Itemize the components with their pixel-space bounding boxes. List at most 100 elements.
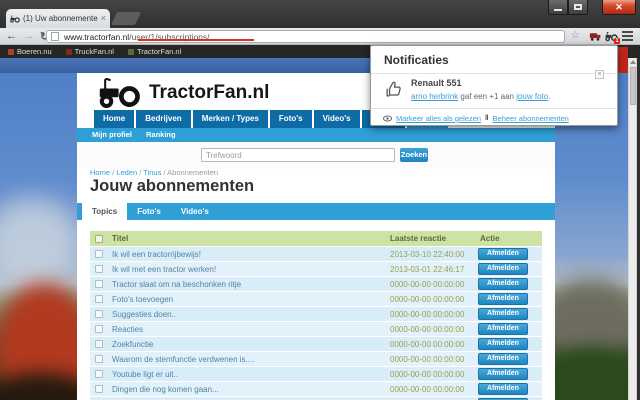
row-date: 0000-00-00 00:00:00	[390, 310, 465, 319]
header-actie: Actie	[480, 234, 500, 243]
row-checkbox[interactable]	[95, 340, 103, 348]
bookmark-boeren[interactable]: Boeren.nu	[8, 47, 52, 56]
row-date: 0000-00-00 00:00:00	[390, 385, 465, 394]
tab-close-icon[interactable]: ×	[101, 14, 106, 23]
afmelden-button[interactable]: Afmelden	[478, 338, 528, 350]
row-date: 0000-00-00 00:00:00	[390, 295, 465, 304]
search-button[interactable]: Zoeken	[400, 148, 428, 162]
bookmark-tractorfan[interactable]: TractorFan.nl	[127, 47, 181, 56]
window-maximize-button[interactable]	[568, 0, 588, 15]
tab-fotos[interactable]: Foto's	[127, 203, 171, 220]
row-date: 0000-00-00 00:00:00	[390, 340, 465, 349]
row-checkbox[interactable]	[95, 385, 103, 393]
row-title-link[interactable]: Tractor slaat om na beschonken ritje	[112, 280, 241, 289]
tab-topics[interactable]: Topics	[82, 203, 128, 220]
bookmark-favicon	[127, 48, 134, 55]
photo-link[interactable]: jouw foto	[516, 92, 548, 101]
table-row: Dingen die nog komen gaan... 0000-00-00 …	[90, 382, 542, 396]
row-checkbox[interactable]	[95, 280, 103, 288]
page-corner-red-banner	[618, 47, 628, 73]
table-row: Ik wil een tractorrijbewijs! 2013-03-10 …	[90, 247, 542, 261]
bookmark-favicon	[65, 48, 72, 55]
notification-dismiss-icon[interactable]: ×	[595, 70, 604, 79]
row-checkbox[interactable]	[95, 265, 103, 273]
window-minimize-button[interactable]	[548, 0, 568, 15]
row-checkbox[interactable]	[95, 295, 103, 303]
afmelden-button[interactable]: Afmelden	[478, 263, 528, 275]
notifications-popup: Notificaties Renault 551 arno herbrink g…	[370, 45, 618, 126]
truckfan-extension-icon[interactable]	[589, 30, 602, 43]
select-all-checkbox[interactable]	[95, 234, 103, 243]
search-input[interactable]	[201, 148, 395, 162]
table-row: Reacties 0000-00-00 00:00:00 Afmelden	[90, 322, 542, 336]
user-link[interactable]: arno herbrink	[411, 92, 458, 101]
site-logo-text[interactable]: TractorFan.nl	[149, 82, 269, 104]
nav-item-merken-types[interactable]: Merken / Types	[192, 110, 268, 128]
url-red-underline	[138, 39, 254, 41]
mark-all-read-link[interactable]: Markeer alles als gelezen	[396, 114, 481, 123]
nav-item-home[interactable]: Home	[94, 110, 135, 128]
footer-separator: ‖	[485, 115, 489, 122]
scrollbar-thumb[interactable]	[629, 67, 636, 105]
afmelden-button[interactable]: Afmelden	[478, 308, 528, 320]
row-title-link[interactable]: Ik wil een tractorrijbewijs!	[112, 250, 201, 259]
table-row: Suggesties doen.. 0000-00-00 00:00:00 Af…	[90, 307, 542, 321]
row-date: 0000-00-00 00:00:00	[390, 280, 465, 289]
tab-videos[interactable]: Video's	[171, 203, 219, 220]
afmelden-button[interactable]: Afmelden	[478, 248, 528, 260]
tractorfan-extension-icon[interactable]: 1	[605, 30, 620, 44]
afmelden-button[interactable]: Afmelden	[478, 293, 528, 305]
browser-titlebar: (1) Uw abonnemente × ✕	[0, 0, 640, 28]
nav-item-videos[interactable]: Video's	[313, 110, 360, 128]
page-scrollbar[interactable]	[628, 58, 636, 400]
row-title-link[interactable]: Youtube ligt er uit..	[112, 370, 178, 379]
page-title: Jouw abonnementen	[90, 177, 255, 195]
sub-nav: Mijn profiel Ranking	[77, 128, 555, 142]
back-icon[interactable]: ←	[6, 30, 17, 42]
row-checkbox[interactable]	[95, 250, 103, 258]
row-title-link[interactable]: Waarom de stemfunctie verdwenen is....	[112, 355, 254, 364]
row-title-link[interactable]: Ik wil met een tractor werken!	[112, 265, 216, 274]
table-row: Waarom de stemfunctie verdwenen is.... 0…	[90, 352, 542, 366]
bookmark-star-icon[interactable]: ☆	[571, 30, 580, 41]
row-title-link[interactable]: Reacties	[112, 325, 143, 334]
tractor-favicon-icon	[10, 15, 20, 23]
bookmark-truckfan[interactable]: TruckFan.nl	[65, 47, 114, 56]
nav-item-fotos[interactable]: Foto's	[269, 110, 312, 128]
row-title-link[interactable]: Suggesties doen..	[112, 310, 176, 319]
breadcrumb-leden[interactable]: Leden	[116, 168, 137, 177]
row-title-link[interactable]: Dingen die nog komen gaan...	[112, 385, 219, 394]
new-tab-button[interactable]	[110, 12, 142, 25]
row-title-link[interactable]: Zoekfunctie	[112, 340, 153, 349]
row-checkbox[interactable]	[95, 310, 103, 318]
subnav-ranking[interactable]: Ranking	[146, 128, 176, 142]
afmelden-button[interactable]: Afmelden	[478, 353, 528, 365]
divider	[371, 108, 617, 109]
breadcrumb-home[interactable]: Home	[90, 168, 110, 177]
afmelden-button[interactable]: Afmelden	[478, 368, 528, 380]
menu-icon[interactable]	[622, 31, 633, 43]
row-checkbox[interactable]	[95, 325, 103, 333]
row-checkbox[interactable]	[95, 355, 103, 363]
window-close-button[interactable]: ✕	[602, 0, 636, 15]
address-bar[interactable]: www.tractorfan.nl/user/1/subscriptions/	[46, 30, 565, 43]
bookmark-favicon	[8, 48, 14, 55]
browser-tab[interactable]: (1) Uw abonnemente ×	[6, 9, 110, 28]
notification-item-text: arno herbrink gaf een +1 aan jouw foto.	[411, 92, 551, 101]
nav-item-bedrijven[interactable]: Bedrijven	[136, 110, 191, 128]
row-date: 0000-00-00 00:00:00	[390, 325, 465, 334]
table-row: Tractor slaat om na beschonken ritje 000…	[90, 277, 542, 291]
eye-icon	[383, 115, 392, 122]
manage-subscriptions-link[interactable]: Beheer abonnementen	[493, 114, 569, 123]
breadcrumb-user[interactable]: Tinus	[143, 168, 161, 177]
afmelden-button[interactable]: Afmelden	[478, 383, 528, 395]
table-row: Youtube ligt er uit.. 0000-00-00 00:00:0…	[90, 367, 542, 381]
subscriptions-table: Titel Laatste reactie Actie Ik wil een t…	[90, 231, 542, 400]
row-date: 2013-03-01 22:46:17	[390, 265, 465, 274]
afmelden-button[interactable]: Afmelden	[478, 323, 528, 335]
row-title-link[interactable]: Foto's toevoegen	[112, 295, 173, 304]
row-checkbox[interactable]	[95, 370, 103, 378]
afmelden-button[interactable]: Afmelden	[478, 278, 528, 290]
window-right-border	[636, 58, 640, 400]
subnav-mijn-profiel[interactable]: Mijn profiel	[92, 128, 132, 142]
